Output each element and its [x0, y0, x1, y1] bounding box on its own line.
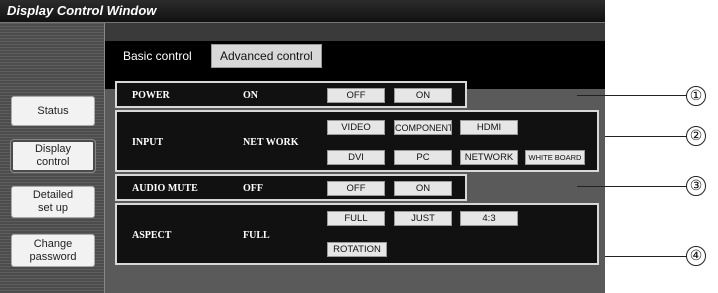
aspect-label: ASPECT — [132, 230, 172, 241]
aspect-full-button[interactable]: FULL — [327, 211, 385, 226]
input-dvi-button[interactable]: DVI — [327, 150, 385, 165]
main-content: Basic control Advanced control POWER ON … — [105, 23, 605, 293]
sidebar-item-label: Display control — [34, 143, 72, 168]
callout-2: ② — [686, 126, 706, 146]
power-panel: POWER ON OFF ON — [115, 81, 467, 108]
callout-line-4 — [605, 256, 687, 257]
input-video-button[interactable]: VIDEO — [327, 120, 385, 135]
aspect-just-button[interactable]: JUST — [394, 211, 452, 226]
input-label: INPUT — [132, 137, 164, 148]
top-band — [105, 23, 605, 41]
audio-mute-off-button[interactable]: OFF — [327, 181, 385, 196]
power-status: ON — [243, 90, 258, 101]
window-title: Display Control Window — [7, 3, 157, 18]
callout-line-3 — [577, 186, 687, 187]
audio-mute-panel: AUDIO MUTE OFF OFF ON — [115, 174, 467, 201]
sidebar-item-display-control[interactable]: Display control — [11, 140, 95, 172]
sidebar-item-detailed-set-up[interactable]: Detailed set up — [11, 186, 95, 218]
power-label: POWER — [132, 90, 170, 101]
input-component-button[interactable]: COMPONENT — [394, 120, 452, 135]
callout-line-2 — [605, 136, 687, 137]
aspect-rotation-button[interactable]: ROTATION — [327, 242, 387, 257]
input-pc-button[interactable]: PC — [394, 150, 452, 165]
callout-4: ④ — [686, 246, 706, 266]
aspect-panel: ASPECT FULL FULL JUST 4:3 ROTATION — [115, 203, 599, 265]
input-hdmi-button[interactable]: HDMI — [460, 120, 518, 135]
audio-mute-status: OFF — [243, 183, 263, 194]
title-bar: Display Control Window — [0, 0, 605, 23]
sidebar-item-label: Status — [37, 104, 69, 117]
aspect-status: FULL — [243, 230, 270, 241]
tab-advanced-control[interactable]: Advanced control — [211, 44, 322, 68]
display-control-window: Display Control Window Status Display co… — [0, 0, 605, 293]
aspect-4-3-button[interactable]: 4:3 — [460, 211, 518, 226]
input-panel: INPUT NET WORK VIDEO COMPONENT HDMI DVI … — [115, 110, 599, 172]
power-off-button[interactable]: OFF — [327, 88, 385, 103]
input-network-button[interactable]: NETWORK — [460, 150, 518, 165]
input-whiteboard-button[interactable]: WHITE BOARD — [525, 150, 585, 165]
sidebar-item-status[interactable]: Status — [11, 96, 95, 126]
power-on-button[interactable]: ON — [394, 88, 452, 103]
sidebar-item-label: Change password — [29, 237, 77, 263]
tab-basic-control[interactable]: Basic control — [115, 45, 200, 67]
callout-line-1 — [577, 95, 687, 96]
callout-3: ③ — [686, 176, 706, 196]
sidebar-item-change-password[interactable]: Change password — [11, 234, 95, 267]
sidebar-item-label: Detailed set up — [32, 189, 74, 214]
audio-mute-label: AUDIO MUTE — [132, 183, 198, 194]
input-status: NET WORK — [243, 137, 299, 148]
audio-mute-on-button[interactable]: ON — [394, 181, 452, 196]
callout-1: ① — [686, 86, 706, 106]
sidebar: Status Display control Detailed set up C… — [0, 23, 105, 293]
